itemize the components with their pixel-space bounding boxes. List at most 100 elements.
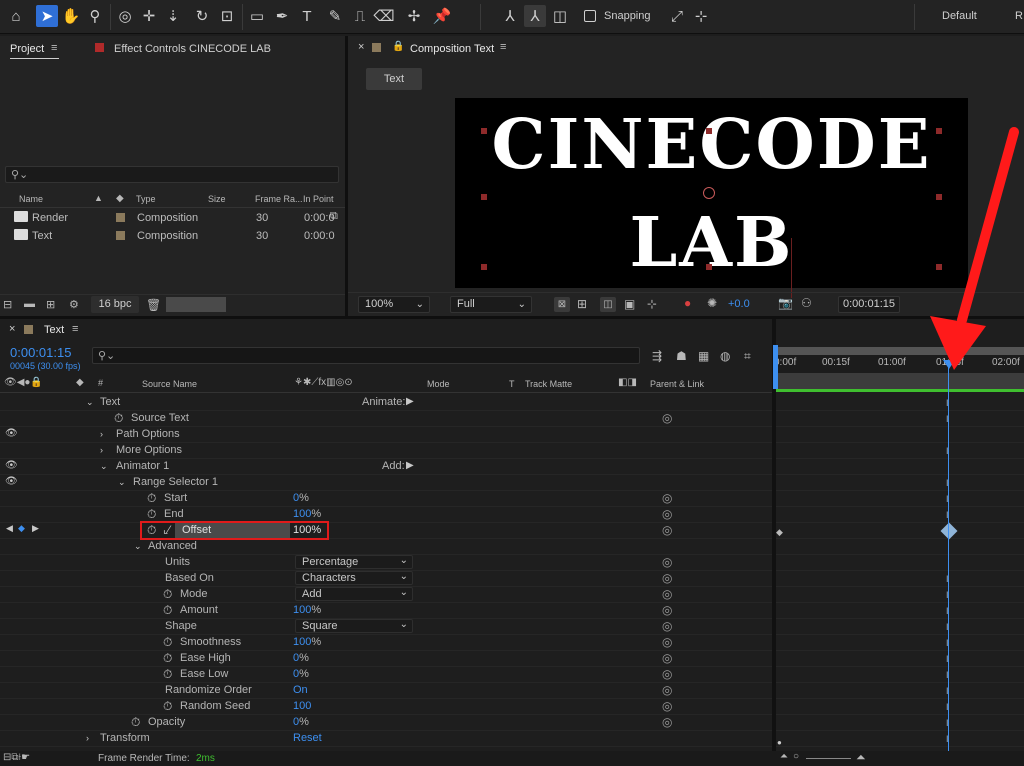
- col-parent-link[interactable]: Parent & Link: [650, 379, 704, 389]
- close-tab-icon[interactable]: ×: [358, 41, 364, 53]
- prop-value[interactable]: 0%: [293, 652, 309, 664]
- thumbnail-slider[interactable]: [166, 297, 226, 312]
- pickwhip-icon[interactable]: ◎: [662, 715, 672, 729]
- zoom-tool-icon[interactable]: ⚲: [84, 5, 106, 27]
- prop-based-on[interactable]: Based On Characters ⌄ ◎: [0, 571, 772, 587]
- prop-value[interactable]: On: [293, 684, 308, 696]
- selection-tool-icon[interactable]: ➤: [36, 5, 58, 27]
- prop-value[interactable]: 100%: [293, 636, 321, 648]
- layer-switches-icon[interactable]: ⚘✱⟋fx▥◎⊙: [294, 377, 353, 388]
- prop-shape[interactable]: Shape Square ⌄ ◎: [0, 619, 772, 635]
- puppet-pin-icon[interactable]: 📌: [431, 5, 453, 27]
- workspace-next[interactable]: R: [1015, 10, 1023, 22]
- col-frame-rate[interactable]: Frame Ra...: [255, 194, 303, 204]
- prop-ease-low[interactable]: ⏱ Ease Low 0% ◎: [0, 667, 772, 683]
- flowchart-icon[interactable]: ⧉: [330, 210, 338, 223]
- pickwhip-icon[interactable]: ◎: [662, 587, 672, 601]
- chevron-down-icon[interactable]: ⌄: [86, 397, 94, 408]
- col-name[interactable]: Name: [19, 194, 43, 204]
- home-icon[interactable]: ⌂: [5, 5, 27, 27]
- timeline-search-input[interactable]: ⚲⌄: [92, 347, 640, 364]
- snap-grid-icon[interactable]: ⊹: [690, 5, 712, 27]
- trash-icon[interactable]: 🗑: [146, 298, 161, 312]
- prop-source-text[interactable]: ⏱ Source Text ◎: [0, 411, 772, 427]
- prop-value[interactable]: 100%: [293, 604, 321, 616]
- motion-blur-icon[interactable]: ◍: [720, 349, 730, 363]
- play-circle-icon[interactable]: ▶: [406, 460, 414, 471]
- animate-label[interactable]: Animate:: [362, 396, 405, 408]
- type-tool-icon[interactable]: T: [296, 5, 318, 27]
- next-keyframe-icon[interactable]: ▶: [32, 523, 39, 534]
- based-on-dropdown[interactable]: Characters ⌄: [295, 571, 413, 585]
- col-mode[interactable]: Mode: [427, 379, 450, 389]
- offset-keyframe-start[interactable]: ◆: [776, 527, 783, 538]
- col-size[interactable]: Size: [208, 194, 226, 204]
- brush-tool-icon[interactable]: ✎: [324, 5, 346, 27]
- prop-value[interactable]: 100%: [293, 508, 321, 520]
- eye-icon[interactable]: 👁: [5, 428, 18, 439]
- close-tab-icon[interactable]: ×: [9, 323, 15, 335]
- bit-depth-button[interactable]: 16 bpc: [91, 296, 139, 313]
- lock-icon[interactable]: 🔒: [392, 41, 404, 52]
- interpret-footage-icon[interactable]: ⊟: [3, 298, 12, 311]
- tab-composition[interactable]: Composition Text: [410, 43, 494, 55]
- prop-opacity[interactable]: ⏱ Opacity 0% ◎: [0, 715, 772, 731]
- prop-smoothness[interactable]: ⏱ Smoothness 100% ◎: [0, 635, 772, 651]
- col-track-matte[interactable]: Track Matte: [525, 379, 572, 389]
- zoom-slider-track[interactable]: [806, 758, 851, 759]
- stopwatch-icon[interactable]: ⏱: [163, 667, 172, 682]
- chevron-down-icon[interactable]: ⌄: [134, 541, 142, 552]
- stopwatch-icon[interactable]: ⏱: [163, 635, 172, 650]
- panel-menu-icon[interactable]: ≡: [51, 42, 57, 54]
- add-label[interactable]: Add:: [382, 460, 405, 472]
- transparency-grid-icon[interactable]: ⊞: [577, 297, 587, 311]
- rotate-tool-icon[interactable]: ↻: [191, 5, 213, 27]
- keyframe-toggle-icon[interactable]: ◆: [18, 523, 25, 534]
- pickwhip-icon[interactable]: ◎: [662, 603, 672, 617]
- av-switches-icon[interactable]: 👁◀●🔒: [4, 377, 43, 388]
- grid-guides-icon[interactable]: ⊹: [647, 297, 657, 311]
- tab-project[interactable]: Project: [10, 43, 44, 55]
- layer-row-text[interactable]: ⌄ Text Animate: ▶: [0, 395, 772, 411]
- pan-behind-icon[interactable]: ⊡: [216, 5, 238, 27]
- pickwhip-icon[interactable]: ◎: [662, 619, 672, 633]
- zoom-out-icon[interactable]: ⏶: [780, 751, 788, 762]
- tab-timeline[interactable]: Text: [44, 324, 64, 336]
- stopwatch-icon[interactable]: ⏱: [114, 411, 123, 426]
- bbox-handle[interactable]: [706, 128, 712, 134]
- region-of-interest-icon[interactable]: ▣: [624, 297, 635, 311]
- comp-subtab-text[interactable]: Text: [366, 68, 422, 90]
- panel-menu-icon[interactable]: ≡: [72, 323, 78, 335]
- bbox-handle[interactable]: [481, 128, 487, 134]
- prop-transform[interactable]: › Transform Reset: [0, 731, 772, 747]
- axis-local-icon[interactable]: ⅄: [499, 5, 521, 27]
- current-timecode[interactable]: 0:00:01:15: [10, 345, 71, 360]
- chevron-down-icon[interactable]: ⌄: [100, 461, 108, 472]
- snap-extend-icon[interactable]: ⤢: [666, 5, 688, 27]
- eraser-tool-icon[interactable]: ⌫: [373, 5, 395, 27]
- prop-advanced[interactable]: ⌄ Advanced: [0, 539, 772, 555]
- play-circle-icon[interactable]: ▶: [406, 396, 414, 407]
- stopwatch-icon[interactable]: ⏱: [163, 587, 172, 602]
- prop-animator[interactable]: 👁 ⌄ Animator 1 Add: ▶: [0, 459, 772, 475]
- pickwhip-icon[interactable]: ◎: [662, 523, 672, 537]
- pickwhip-icon[interactable]: ◎: [662, 411, 672, 425]
- axis-view-icon[interactable]: ◫: [549, 5, 571, 27]
- workspace-default[interactable]: Default: [942, 10, 977, 22]
- snapping-checkbox[interactable]: [584, 10, 596, 22]
- prop-value[interactable]: 0%: [293, 492, 309, 504]
- pickwhip-icon[interactable]: ◎: [662, 667, 672, 681]
- color-management-icon[interactable]: ✺: [707, 296, 717, 310]
- pickwhip-icon[interactable]: ◎: [662, 491, 672, 505]
- mode-dropdown[interactable]: Add ⌄: [295, 587, 413, 601]
- label-swatch[interactable]: [116, 213, 125, 222]
- pickwhip-icon[interactable]: ◎: [662, 507, 672, 521]
- eye-icon[interactable]: 👁: [5, 476, 18, 487]
- new-folder-icon[interactable]: ▬: [24, 298, 35, 310]
- col-source-name[interactable]: Source Name: [142, 379, 197, 389]
- panel-menu-icon[interactable]: ≡: [500, 41, 506, 53]
- zoom-dropdown[interactable]: 100% ⌄: [358, 296, 430, 313]
- frame-blending-icon[interactable]: ▦: [698, 349, 709, 363]
- col-in-point[interactable]: In Point: [303, 194, 334, 204]
- prop-units[interactable]: Units Percentage ⌄ ◎: [0, 555, 772, 571]
